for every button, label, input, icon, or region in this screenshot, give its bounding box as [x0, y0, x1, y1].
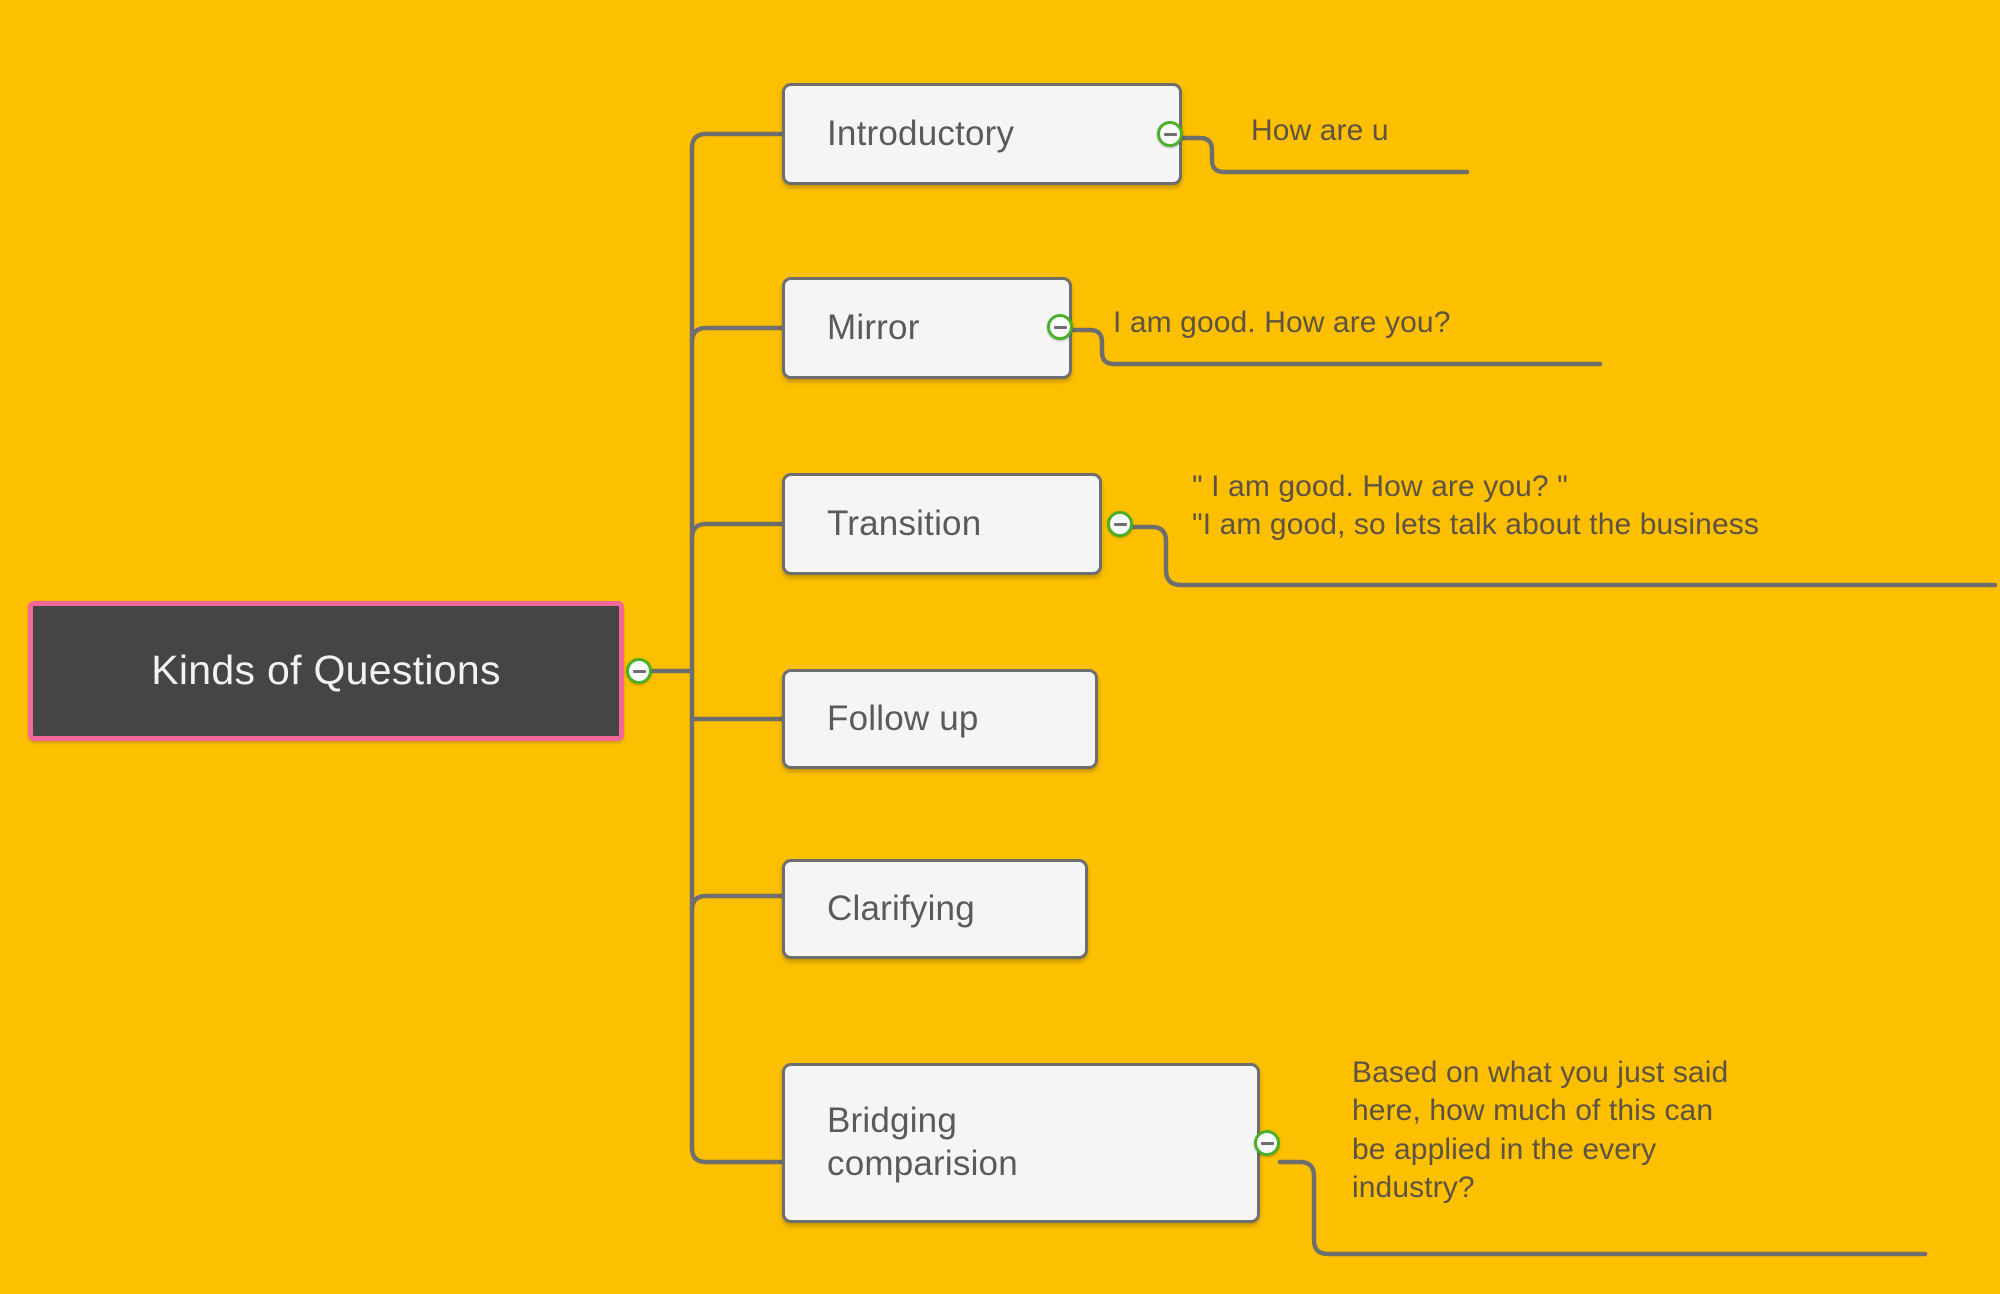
topic-node-introductory-label: Introductory	[827, 113, 1015, 153]
topic-node-bridging-comparision[interactable]: Bridging comparision	[782, 1063, 1260, 1223]
topic-introductory-collapse-toggle[interactable]	[1157, 121, 1183, 147]
topic-node-transition[interactable]: Transition	[782, 473, 1102, 575]
topic-mirror-collapse-toggle[interactable]	[1047, 314, 1073, 340]
wire-branch-transition	[689, 521, 785, 541]
topic-node-follow-up-label: Follow up	[827, 698, 979, 738]
topic-node-bridging-comparision-label: Bridging comparision	[827, 1101, 1018, 1183]
wire-branch-mirror	[689, 325, 785, 345]
leaf-node-how-are-u-label: How are u	[1251, 114, 1389, 147]
topic-transition-collapse-toggle[interactable]	[1107, 511, 1133, 537]
topic-bridging-collapse-toggle[interactable]	[1254, 1130, 1280, 1156]
collapse-minus-icon	[1113, 522, 1127, 526]
collapse-minus-icon	[1163, 132, 1177, 136]
root-node[interactable]: Kinds of Questions	[28, 601, 624, 741]
leaf-node-bridging-answer-label: Based on what you just said here, how mu…	[1352, 1056, 1729, 1205]
topic-node-clarifying[interactable]: Clarifying	[782, 859, 1088, 959]
leaf-node-mirror-answer-label: I am good. How are you?	[1113, 306, 1451, 339]
wire-branch-clarifying	[689, 893, 785, 913]
topic-node-transition-label: Transition	[827, 503, 982, 543]
leaf-node-bridging-answer[interactable]: Based on what you just said here, how mu…	[1352, 1054, 1892, 1208]
collapse-minus-icon	[1053, 325, 1067, 329]
topic-node-introductory[interactable]: Introductory	[782, 83, 1182, 185]
wire-branch-introductory	[689, 131, 785, 151]
topic-node-clarifying-label: Clarifying	[827, 888, 975, 928]
collapse-minus-icon	[632, 669, 646, 673]
leaf-node-transition-answer-label: " I am good. How are you? " "I am good, …	[1192, 470, 1759, 542]
wire-branch-bridging	[689, 1145, 785, 1165]
root-node-label: Kinds of Questions	[151, 647, 501, 694]
leaf-node-mirror-answer[interactable]: I am good. How are you?	[1113, 304, 1673, 342]
collapse-minus-icon	[1260, 1141, 1274, 1145]
topic-node-mirror[interactable]: Mirror	[782, 277, 1072, 379]
leaf-node-transition-answer[interactable]: " I am good. How are you? " "I am good, …	[1192, 468, 2000, 545]
root-collapse-toggle[interactable]	[626, 658, 652, 684]
mindmap-canvas: Kinds of Questions Introductory How are …	[0, 0, 2000, 1294]
leaf-node-how-are-u[interactable]: How are u	[1251, 112, 1671, 150]
topic-node-mirror-label: Mirror	[827, 307, 920, 347]
topic-node-follow-up[interactable]: Follow up	[782, 669, 1098, 769]
